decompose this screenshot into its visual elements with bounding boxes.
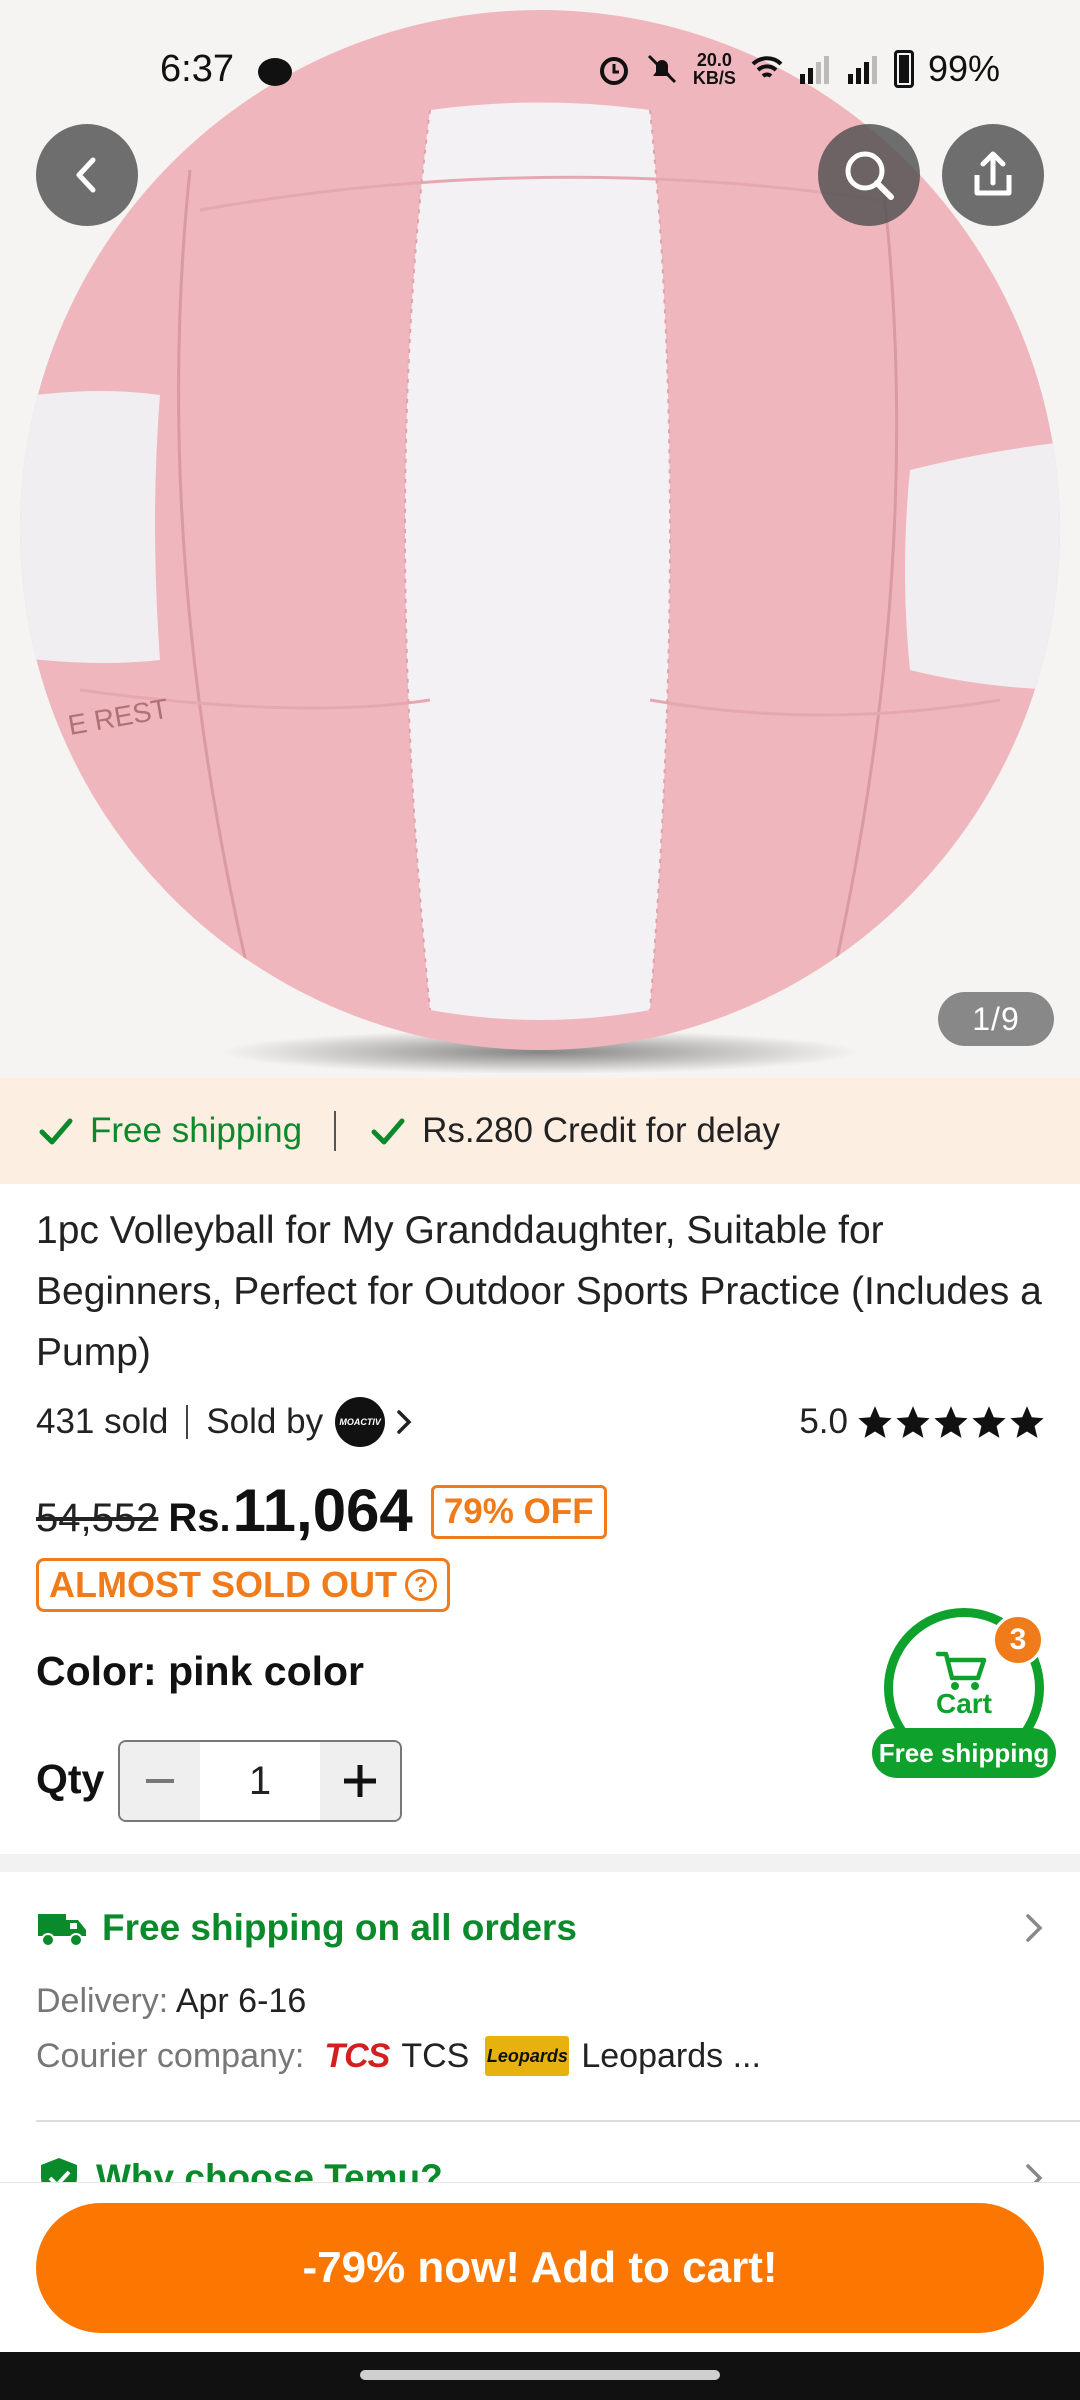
star-icon (1010, 1406, 1044, 1438)
back-button[interactable] (36, 124, 138, 226)
plus-icon (344, 1765, 376, 1797)
increase-qty-button[interactable] (320, 1742, 400, 1820)
wifi-icon (751, 56, 783, 78)
delivery-label: Delivery: (36, 1982, 169, 2020)
star-icon (934, 1406, 968, 1438)
current-price: 11,064 (232, 1477, 413, 1544)
stock-status-text: ALMOST SOLD OUT (49, 1564, 397, 1605)
discount-badge: 79% OFF (430, 1485, 607, 1539)
truck-icon (38, 1914, 86, 1947)
color-selection: Color: pink color (36, 1648, 364, 1694)
cart-icon (935, 1651, 987, 1690)
divider (186, 1405, 189, 1439)
courier-label: Courier company: (36, 2036, 305, 2075)
check-icon (39, 1118, 73, 1145)
check-icon (371, 1118, 405, 1145)
chevron-right-icon (397, 1410, 412, 1434)
alarm-icon (599, 57, 628, 85)
image-counter: 1/9 (938, 992, 1054, 1046)
signal-2-icon (847, 56, 877, 84)
free-shipping-text: Free shipping (90, 1111, 303, 1150)
help-icon: ? (404, 1569, 437, 1601)
navigation-bar (0, 2352, 1080, 2400)
status-time: 6:37 (160, 48, 234, 90)
free-shipping-row[interactable]: Free shipping on all orders (36, 1898, 1046, 1958)
star-icon (972, 1406, 1006, 1438)
search-button[interactable] (818, 124, 920, 226)
battery-icon (893, 50, 914, 88)
search-icon (845, 151, 894, 200)
cart-free-shipping-label: Free shipping (872, 1728, 1056, 1778)
cart-count-badge: 3 (992, 1614, 1044, 1666)
rating-value: 5.0 (799, 1402, 848, 1441)
shipping-banner[interactable]: Free shipping Rs.280 Credit for delay (0, 1078, 1080, 1184)
rating[interactable]: 5.0 (799, 1402, 1046, 1442)
share-icon (974, 151, 1012, 196)
message-notification-icon (258, 58, 292, 86)
mute-icon (647, 54, 676, 84)
quantity-stepper: 1 (118, 1740, 402, 1822)
signal-icon (799, 56, 829, 84)
delivery-date: Apr 6-16 (175, 1982, 307, 2020)
chevron-right-icon (1026, 1914, 1043, 1942)
cart-label: Cart (935, 1688, 992, 1719)
product-page: E REST 6:37 20.0 KB/S 99% 1/9 Free shipp… (0, 0, 1080, 2400)
seller-logo: MOACTIV (335, 1397, 386, 1447)
qty-label: Qty (36, 1756, 105, 1802)
delivery-info: Delivery: Apr 6-16 (36, 1982, 306, 2021)
product-meta: 431 sold Sold by MOACTIV 5.0 (36, 1392, 1046, 1452)
sold-count: 431 sold (36, 1402, 169, 1441)
section-divider (0, 1854, 1080, 1872)
tcs-logo: TCS (324, 2036, 390, 2075)
almost-sold-out-badge[interactable]: ALMOST SOLD OUT ? (36, 1558, 450, 1612)
courier-name-2: Leopards ... (581, 2036, 761, 2075)
share-button[interactable] (942, 124, 1044, 226)
seller-link[interactable]: Sold by MOACTIV (206, 1397, 415, 1447)
home-gesture-handle[interactable] (360, 2370, 720, 2380)
divider (334, 1111, 337, 1151)
original-price: 54,552 (36, 1496, 159, 1540)
courier-info: Courier company: TCS TCS Leopards Leopar… (36, 2036, 761, 2076)
price-row: 54,552 Rs. 11,064 79% OFF (36, 1476, 607, 1556)
star-icon (896, 1406, 930, 1438)
battery-level: 99% (927, 48, 1000, 89)
bottom-action-bar: -79% now! Add to cart! (0, 2182, 1080, 2352)
status-bar: 6:37 20.0 KB/S 99% (0, 0, 1080, 140)
delay-credit-text: Rs.280 Credit for delay (422, 1111, 781, 1150)
sold-by-label: Sold by (206, 1402, 324, 1441)
chevron-left-icon (76, 157, 96, 193)
leopards-logo: Leopards (485, 2036, 570, 2076)
free-shipping-title: Free shipping on all orders (102, 1907, 577, 1948)
rating-stars (856, 1403, 1046, 1441)
add-to-cart-button[interactable]: -79% now! Add to cart! (36, 2203, 1044, 2333)
minus-icon (146, 1779, 174, 1783)
divider (36, 2120, 1080, 2122)
net-speed: 20.0 KB/S (692, 50, 736, 88)
currency: Rs. (168, 1496, 231, 1540)
product-title: 1pc Volleyball for My Granddaughter, Sui… (36, 1209, 1042, 1374)
qty-value[interactable]: 1 (200, 1742, 320, 1820)
decrease-qty-button[interactable] (120, 1742, 200, 1820)
courier-name-1: TCS (401, 2036, 470, 2075)
star-icon (858, 1406, 892, 1438)
floating-cart-button[interactable]: Cart 3 Free shipping (872, 1608, 1056, 1778)
